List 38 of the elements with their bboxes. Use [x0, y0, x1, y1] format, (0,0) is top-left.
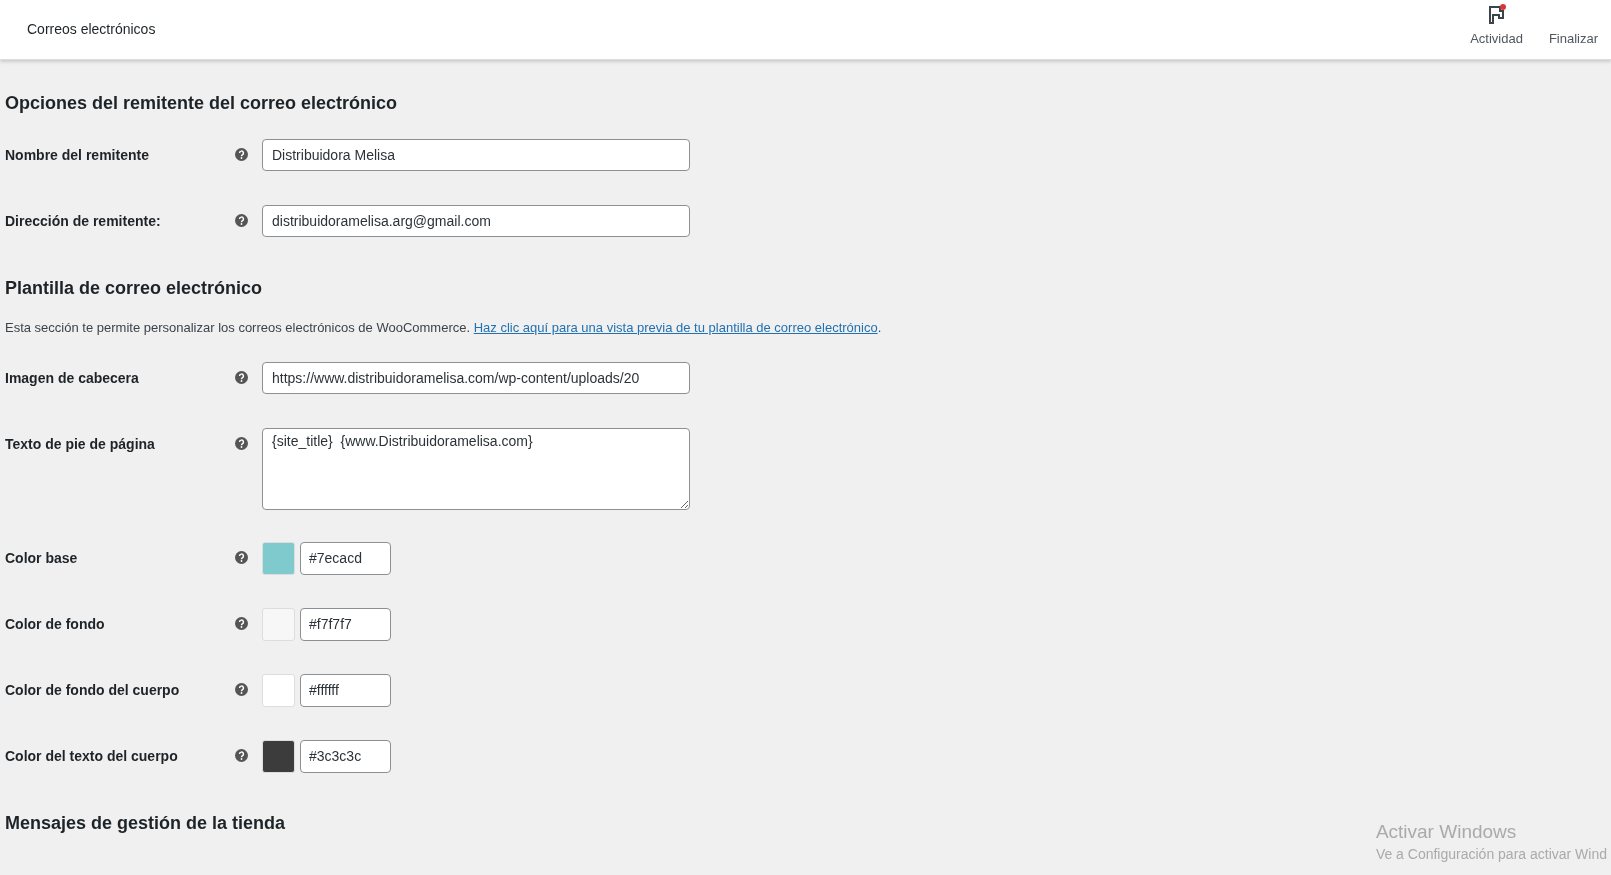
help-icon[interactable] — [235, 748, 248, 762]
section-heading: Mensajes de gestión de la tienda — [5, 811, 286, 835]
color-swatch[interactable] — [262, 739, 295, 773]
color-field[interactable]: #3c3c3c — [300, 739, 391, 773]
color-swatch[interactable] — [262, 673, 295, 707]
field-label: Color de fondo — [5, 614, 106, 634]
color-field[interactable]: #7ecacd — [300, 541, 391, 575]
field-label: Dirección de remitente: — [5, 212, 162, 231]
activity-button[interactable]: Actividad — [1457, 0, 1536, 59]
color-field[interactable]: #ffffff — [300, 673, 391, 707]
color-swatch[interactable] — [262, 607, 295, 641]
section-heading: Plantilla de correo electrónico — [5, 277, 263, 300]
text-field[interactable]: https://www.distribuidoramelisa.com/wp-content/uploads/20 — [262, 361, 690, 394]
text-field[interactable]: distribuidoramelisa.arg@gmail.com — [262, 205, 690, 237]
help-icon[interactable] — [235, 214, 248, 227]
color-field[interactable]: #f7f7f7 — [300, 607, 391, 641]
field-label: Nombre del remitente — [5, 146, 150, 165]
field-label: Color de fondo del cuerpo — [5, 680, 181, 700]
activation-title: Activar Windows — [1375, 820, 1518, 844]
color-swatch[interactable] — [262, 541, 295, 575]
help-icon[interactable] — [235, 682, 248, 696]
field-label: Color base — [5, 548, 79, 568]
help-icon[interactable] — [235, 616, 248, 630]
page-title: Correos electrónicos — [27, 20, 156, 39]
help-icon[interactable] — [235, 370, 248, 384]
section-heading: Opciones del remitente del correo electrónico — [5, 92, 398, 115]
section-description: Esta sección te permite personalizar los correos electrónicos de WooCommerce. Haz clic aquí para una vista previa de tu plantilla de correo electrónico. — [5, 319, 883, 337]
finish-button[interactable]: Finalizar — [1535, 0, 1611, 59]
activation-subtitle: Ve a Configuración para activar Wind — [1375, 845, 1607, 864]
help-icon[interactable] — [235, 436, 248, 450]
textarea-field[interactable]: {site_title} {www.Distribuidoramelisa.com} — [262, 427, 690, 510]
preview-link[interactable]: Haz clic aquí para una vista previa de tu plantilla de correo electrónico — [473, 320, 878, 335]
field-label: Texto de pie de página — [5, 434, 156, 454]
text-field[interactable]: Distribuidora Melisa — [262, 139, 690, 171]
help-icon[interactable] — [235, 148, 248, 161]
help-icon[interactable] — [235, 550, 248, 564]
field-label: Color del texto del cuerpo — [5, 746, 179, 766]
field-label: Imagen de cabecera — [5, 368, 140, 388]
